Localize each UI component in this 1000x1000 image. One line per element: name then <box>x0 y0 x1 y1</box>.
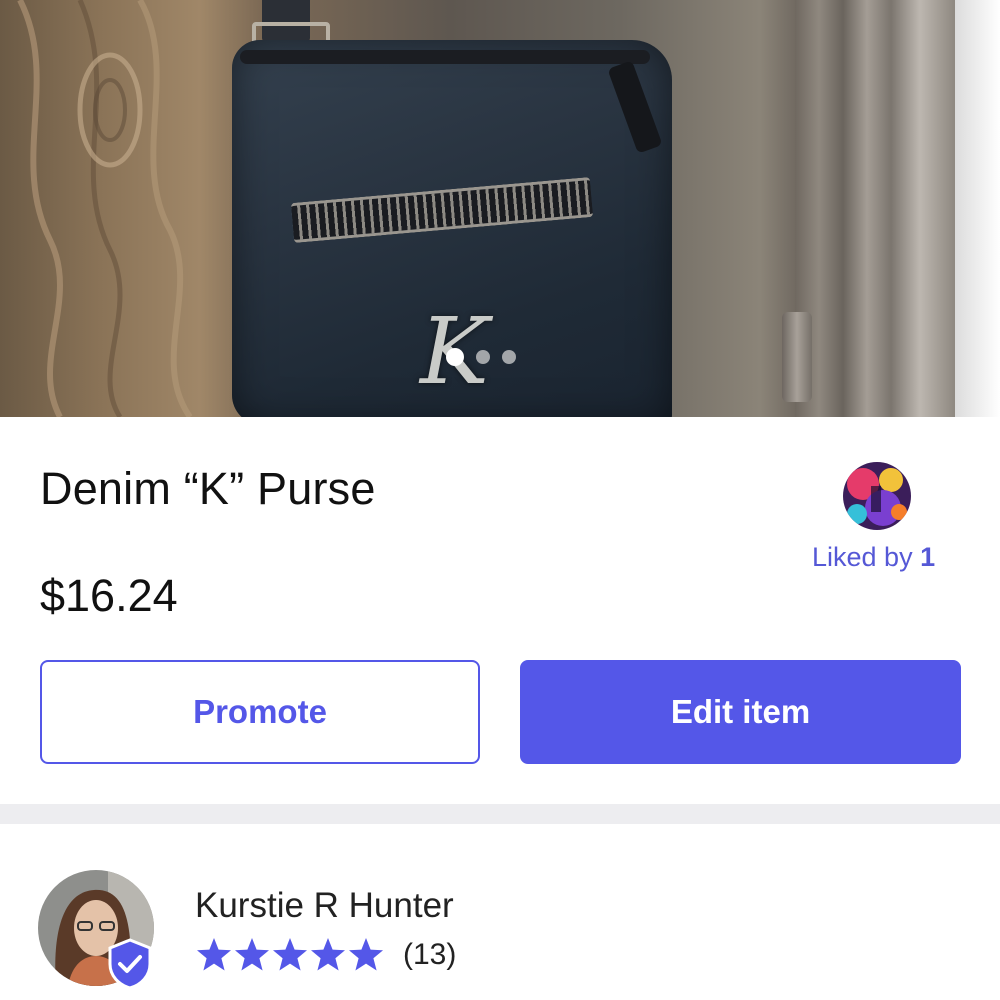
door-hinge <box>782 312 812 402</box>
star-icon <box>311 938 345 971</box>
liked-by-label: Liked by <box>812 542 921 572</box>
seller-rating[interactable]: (13) <box>195 936 456 974</box>
star-icon <box>235 938 269 971</box>
door-light <box>955 0 1000 417</box>
liked-by-link[interactable]: Liked by 1 <box>812 542 935 573</box>
door-frame <box>795 0 955 417</box>
star-row <box>195 936 385 974</box>
listing-photo-carousel[interactable]: K <box>0 0 1000 417</box>
star-icon <box>349 938 383 971</box>
carousel-dot[interactable] <box>446 348 464 366</box>
star-icon <box>273 938 307 971</box>
zipper-pull <box>607 60 663 154</box>
promote-button[interactable]: Promote <box>40 660 480 764</box>
top-zipper <box>240 50 650 64</box>
seller-name[interactable]: Kurstie R Hunter <box>195 886 454 926</box>
wood-background <box>17 0 193 417</box>
likes-count: 1 <box>920 542 936 572</box>
review-count: (13) <box>403 938 457 971</box>
star-icon <box>197 938 231 971</box>
pocket-zipper <box>290 177 594 243</box>
edit-item-button[interactable]: Edit item <box>520 660 961 764</box>
verified-shield-icon <box>108 938 152 990</box>
carousel-pagination <box>446 348 516 366</box>
liker-avatar[interactable] <box>843 462 911 530</box>
listing-price: $16.24 <box>40 570 178 621</box>
section-divider <box>0 804 1000 824</box>
carousel-dot[interactable] <box>476 350 490 364</box>
listing-title: Denim “K” Purse <box>40 463 376 514</box>
carousel-dot[interactable] <box>502 350 516 364</box>
